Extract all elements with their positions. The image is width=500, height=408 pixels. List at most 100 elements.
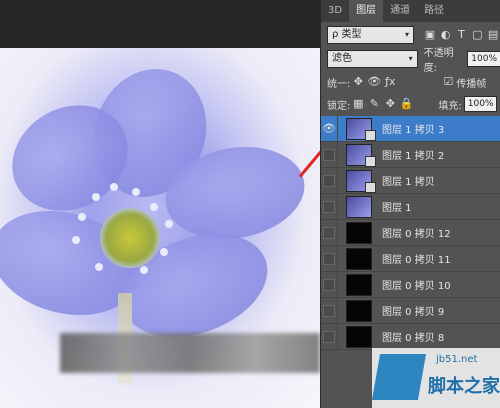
layer-name: 图层 1 拷贝 2: [382, 151, 445, 162]
smart-object-badge-icon: [365, 155, 376, 167]
shape-icon[interactable]: ▢: [469, 27, 485, 43]
unify-visibility-icon[interactable]: 👁: [366, 74, 382, 90]
lock-all-icon[interactable]: 🔒: [398, 96, 414, 112]
lock-row: 锁定: ▦ ✎ ✥ 🔒 填充: 100%: [321, 96, 500, 112]
tab-layers[interactable]: 图层: [349, 0, 384, 22]
tab-3d[interactable]: 3D: [321, 0, 349, 22]
hidden-box-icon: [323, 304, 335, 317]
stamen: [78, 213, 86, 221]
layer-row[interactable]: 图层 0 拷贝 8: [321, 324, 500, 350]
layer-thumbnail: [346, 299, 372, 322]
hidden-box-icon: [323, 148, 335, 161]
blend-mode-dropdown[interactable]: 滤色 ▾: [327, 50, 418, 68]
layer-thumbnail: [346, 221, 372, 244]
document-canvas[interactable]: [0, 48, 320, 408]
flower-center: [100, 208, 160, 268]
lock-move-icon[interactable]: ✥: [382, 96, 398, 112]
lock-paint-icon[interactable]: ✎: [366, 96, 382, 112]
layer-row[interactable]: 👁 图层 1 拷贝 3: [321, 116, 500, 142]
visibility-toggle[interactable]: [321, 194, 338, 219]
smart-object-badge-icon: [365, 129, 376, 141]
chevron-down-icon: ▾: [408, 54, 413, 63]
hidden-box-icon: [323, 200, 335, 213]
watermark: jb51.net 脚本之家: [371, 348, 500, 408]
stamen: [140, 266, 148, 274]
watermark-name: 脚本之家: [428, 376, 500, 397]
stamen: [132, 188, 140, 196]
smart-object-icon[interactable]: ▤: [485, 27, 500, 43]
stamen: [92, 193, 100, 201]
layer-name: 图层 0 拷贝 9: [382, 307, 445, 318]
layer-filter-label: ρ 类型: [332, 29, 362, 40]
options-bar: [0, 0, 320, 48]
layer-name: 图层 0 拷贝 8: [382, 333, 445, 344]
visibility-toggle[interactable]: [321, 246, 338, 271]
eye-icon: 👁: [322, 122, 336, 135]
stamen: [72, 236, 80, 244]
layer-row[interactable]: 图层 0 拷贝 11: [321, 246, 500, 272]
layer-thumbnail: [346, 247, 372, 270]
layer-row[interactable]: 图层 0 拷贝 9: [321, 298, 500, 324]
layer-filter-dropdown[interactable]: ρ 类型 ▾: [327, 26, 415, 44]
layer-name: 图层 0 拷贝 10: [382, 281, 451, 292]
propagate-label: 传播帧: [456, 78, 487, 90]
hidden-box-icon: [323, 278, 335, 291]
layer-row[interactable]: 图层 1 拷贝: [321, 168, 500, 194]
visibility-toggle[interactable]: [321, 142, 338, 167]
layer-thumbnail: [346, 117, 376, 141]
layer-name: 图层 1 拷贝 3: [382, 125, 445, 136]
smart-object-badge-icon: [365, 181, 376, 193]
layers-panel: 3D 图层 通道 路径 ρ 类型 ▾ ▣ ◐ T ▢ ▤ 滤色 ▾ 不透明度: …: [320, 0, 500, 408]
layer-list: 👁 图层 1 拷贝 3 图层 1 拷贝 2 图层 1 拷贝 图层 1 图层 0 …: [321, 116, 500, 350]
visibility-toggle[interactable]: [321, 220, 338, 245]
layer-name: 图层 0 拷贝 12: [382, 229, 451, 240]
watermark-url: jb51.net: [436, 354, 478, 365]
fill-input[interactable]: 100%: [463, 96, 498, 112]
unify-row: 统一: ✥ 👁 ƒx ☑ 传播帧: [321, 74, 500, 90]
visibility-toggle[interactable]: [321, 272, 338, 297]
unify-style-icon[interactable]: ƒx: [382, 74, 398, 90]
tab-paths[interactable]: 路径: [417, 0, 451, 22]
stamen: [95, 263, 103, 271]
hidden-box-icon: [323, 226, 335, 239]
visibility-toggle[interactable]: [321, 324, 338, 349]
checkbox-checked-icon[interactable]: ☑: [440, 74, 456, 90]
type-icon[interactable]: T: [454, 27, 470, 43]
image-icon[interactable]: ▣: [422, 27, 438, 43]
hidden-box-icon: [323, 330, 335, 343]
layer-name: 图层 1 拷贝: [382, 177, 435, 188]
visibility-toggle[interactable]: [321, 298, 338, 323]
layer-thumbnail: [346, 169, 376, 193]
stamen: [110, 183, 118, 191]
blurred-overlay-strip: [60, 333, 320, 373]
unify-label: 统一:: [327, 78, 351, 90]
blend-row: 滤色 ▾ 不透明度: 100%: [321, 48, 500, 74]
stamen: [165, 220, 173, 228]
lock-label: 锁定:: [327, 100, 351, 112]
layer-thumbnail: [346, 325, 372, 348]
lock-transparent-icon[interactable]: ▦: [350, 96, 366, 112]
layer-name: 图层 1: [382, 203, 412, 214]
visibility-toggle[interactable]: [321, 168, 338, 193]
filter-row: ρ 类型 ▾ ▣ ◐ T ▢ ▤: [321, 26, 500, 44]
layer-row[interactable]: 图层 1: [321, 194, 500, 220]
circle-half-icon[interactable]: ◐: [438, 27, 454, 43]
visibility-toggle[interactable]: 👁: [321, 116, 338, 141]
opacity-input[interactable]: 100%: [467, 51, 500, 67]
tab-channels[interactable]: 通道: [383, 0, 417, 22]
hidden-box-icon: [323, 252, 335, 265]
stamen: [150, 203, 158, 211]
chevron-down-icon: ▾: [405, 30, 410, 39]
panel-tabs: 3D 图层 通道 路径: [321, 0, 500, 22]
hidden-box-icon: [323, 174, 335, 187]
layer-row[interactable]: 图层 1 拷贝 2: [321, 142, 500, 168]
layer-row[interactable]: 图层 0 拷贝 12: [321, 220, 500, 246]
layer-thumbnail: [346, 195, 372, 218]
layer-name: 图层 0 拷贝 11: [382, 255, 451, 266]
layer-thumbnail: [346, 143, 376, 167]
stamen: [160, 248, 168, 256]
blend-mode-value: 滤色: [332, 53, 352, 64]
layer-thumbnail: [346, 273, 372, 296]
layer-row[interactable]: 图层 0 拷贝 10: [321, 272, 500, 298]
unify-position-icon[interactable]: ✥: [350, 74, 366, 90]
